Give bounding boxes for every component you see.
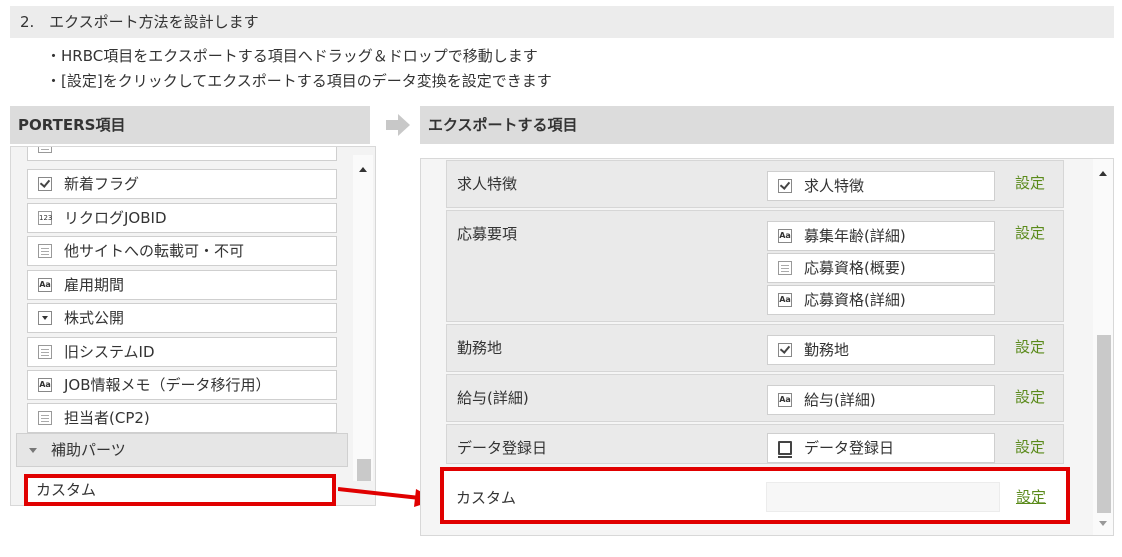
left-scrollbar[interactable] [353,155,373,481]
group-header-auxiliary-parts[interactable]: 補助パーツ [16,433,348,467]
mapped-field-label: 応募資格(詳細) [804,291,906,309]
export-row-data-registration-date[interactable]: データ登録日 データ登録日 設定 [446,424,1064,464]
monitor-icon [778,441,792,458]
custom-part-item[interactable]: カスタム [24,474,336,506]
export-row-work-location[interactable]: 勤務地 勤務地 設定 [446,324,1064,372]
list-item-label: 他サイトへの転載可・不可 [64,242,245,260]
row-label: 求人特徴 [457,175,518,193]
mapped-field[interactable]: データ登録日 [767,433,995,463]
instruction-note-1: ・HRBC項目をエクスポートする項目へドラッグ＆ドロップで移動します [46,47,538,65]
collapse-triangle-icon [29,448,37,453]
mapped-field[interactable]: 勤務地 [767,335,995,365]
list-item[interactable] [27,147,337,161]
text-icon [778,229,792,243]
list-item[interactable]: 他サイトへの転載可・不可 [27,236,337,266]
export-row-salary-detail[interactable]: 給与(詳細) 給与(詳細) 設定 [446,374,1064,422]
row-label: カスタム [456,489,517,507]
right-scroll-thumb[interactable] [1097,335,1111,513]
mapped-field-label: 応募資格(概要) [804,259,906,277]
checkbox-icon [778,179,792,193]
checkbox-icon [38,177,52,191]
document-icon [38,244,52,258]
instruction-note-2: ・[設定]をクリックしてエクスポートする項目のデータ変換を設定できます [46,72,552,90]
setting-link[interactable]: 設定 [1015,336,1045,357]
row-label: データ登録日 [457,439,548,457]
export-row-custom[interactable]: カスタム 設定 [440,467,1070,524]
list-item-label: リクログJOBID [64,209,167,227]
mapped-field-label: 求人特徴 [804,177,865,195]
scroll-up-icon[interactable] [1099,171,1107,176]
mapped-field[interactable]: 求人特徴 [767,171,995,201]
mapped-field[interactable]: 応募資格(概要) [767,253,995,283]
mapped-field-label: 給与(詳細) [804,391,876,409]
text-icon [778,293,792,307]
row-label: 給与(詳細) [457,389,529,407]
list-item[interactable]: リクログJOBID [27,203,337,233]
mapped-field-label: データ登録日 [804,439,895,457]
list-item[interactable]: 旧システムID [27,337,337,367]
right-scrollbar[interactable] [1093,159,1113,535]
list-item-label: 旧システムID [64,343,155,361]
step-number: 2. [20,13,35,31]
scroll-up-icon[interactable] [359,167,367,172]
dropdown-icon [38,311,52,325]
number-icon [38,211,52,225]
step-title: エクスポート方法を設計します [49,13,259,31]
mapped-field[interactable]: 応募資格(詳細) [767,285,995,315]
export-row-job-feature[interactable]: 求人特徴 求人特徴 設定 [446,160,1064,208]
list-item[interactable]: 株式公開 [27,303,337,333]
document-icon [38,345,52,359]
list-item-label: 株式公開 [64,309,125,327]
mapped-field[interactable]: 給与(詳細) [767,385,995,415]
document-icon [778,261,792,275]
document-icon [38,411,52,425]
list-item-label: 担当者(CP2) [64,409,150,427]
custom-field-drop-target[interactable] [766,482,1000,512]
left-scroll-thumb[interactable] [357,459,371,481]
export-row-application-requirements[interactable]: 応募要項 募集年齢(詳細) 応募資格(概要) 応募資格(詳細) 設定 [446,210,1064,322]
setting-link[interactable]: 設定 [1015,386,1045,407]
setting-link[interactable]: 設定 [1015,172,1045,193]
text-icon [38,278,52,292]
list-item[interactable]: 担当者(CP2) [27,403,337,433]
step-header: 2. エクスポート方法を設計します [10,6,1114,38]
list-item-label: JOB情報メモ（データ移行用） [64,376,271,394]
mapped-field[interactable]: 募集年齢(詳細) [767,221,995,251]
text-icon [778,393,792,407]
left-panel-title: PORTERS項目 [10,106,370,144]
right-panel-title: エクスポートする項目 [420,106,1114,144]
document-icon [38,147,52,153]
list-item[interactable]: 新着フラグ [27,169,337,199]
list-item[interactable]: 雇用期間 [27,270,337,300]
mapped-field-label: 募集年齢(詳細) [804,227,906,245]
group-label: 補助パーツ [51,441,126,459]
setting-link[interactable]: 設定 [1015,436,1045,457]
custom-setting-link[interactable]: 設定 [1016,486,1046,507]
list-item[interactable]: JOB情報メモ（データ移行用） [27,370,337,400]
checkbox-icon [778,343,792,357]
transfer-arrow-icon [386,114,410,136]
mapped-field-label: 勤務地 [804,341,850,359]
row-label: 応募要項 [457,225,518,243]
text-icon [38,378,52,392]
row-label: 勤務地 [457,339,503,357]
scroll-down-icon[interactable] [1099,521,1107,526]
list-item-label: 新着フラグ [64,175,140,193]
list-item-label: 雇用期間 [64,276,125,294]
setting-link[interactable]: 設定 [1015,222,1045,243]
